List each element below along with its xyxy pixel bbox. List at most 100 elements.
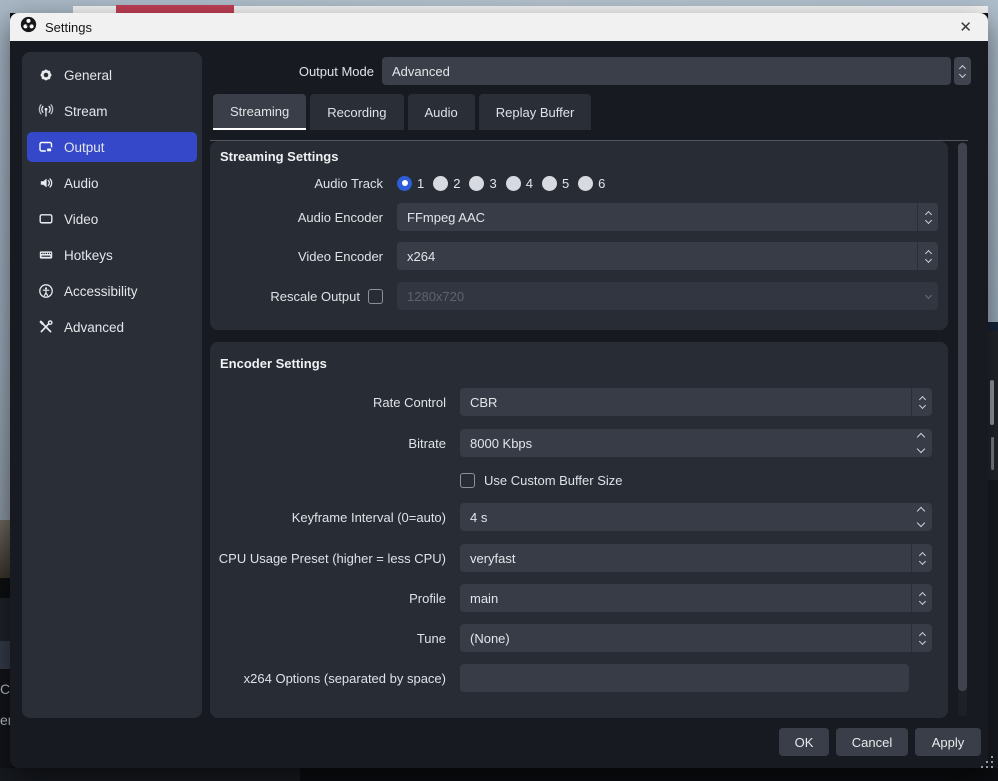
settings-window: Settings ✕ General <box>10 13 988 768</box>
audio-track-option-6[interactable]: 6 <box>578 176 605 191</box>
tab-recording[interactable]: Recording <box>310 94 403 130</box>
resize-grip-icon[interactable] <box>978 755 995 775</box>
audio-track-option-3[interactable]: 3 <box>469 176 496 191</box>
spinner-icon[interactable] <box>912 593 932 604</box>
spinner-icon[interactable] <box>954 57 971 85</box>
profile-label: Profile <box>210 591 460 606</box>
spinner-icon[interactable] <box>910 429 932 457</box>
accessibility-icon <box>37 283 54 300</box>
custom-buffer-label: Use Custom Buffer Size <box>484 473 622 488</box>
audio-track-option-4[interactable]: 4 <box>506 176 533 191</box>
apply-button[interactable]: Apply <box>915 728 981 756</box>
chevron-down-icon <box>924 255 931 262</box>
section-title: Streaming Settings <box>220 149 948 164</box>
rescale-resolution-select[interactable]: 1280x720 <box>397 282 938 310</box>
rescale-resolution-value: 1280x720 <box>397 289 918 304</box>
output-mode-value: Advanced <box>392 64 450 79</box>
sidebar-item-advanced[interactable]: Advanced <box>27 312 197 342</box>
radio-icon[interactable] <box>506 176 521 191</box>
radio-icon[interactable] <box>542 176 557 191</box>
tab-replay-buffer[interactable]: Replay Buffer <box>479 94 592 130</box>
spinner-icon[interactable] <box>912 553 932 564</box>
spinner-icon[interactable] <box>910 503 932 531</box>
audio-track-option-2[interactable]: 2 <box>433 176 460 191</box>
radio-icon[interactable] <box>578 176 593 191</box>
profile-select[interactable]: main <box>460 584 932 612</box>
radio-icon[interactable] <box>469 176 484 191</box>
background-fragment <box>0 578 10 598</box>
radio-checked-icon[interactable] <box>397 176 412 191</box>
x264-options-label: x264 Options (separated by space) <box>210 671 460 686</box>
rescale-output-label: Rescale Output <box>270 289 360 304</box>
output-tabs: Streaming Recording Audio Replay Buffer <box>213 94 591 130</box>
profile-value: main <box>460 591 911 606</box>
background-fragment <box>991 437 994 470</box>
ok-button[interactable]: OK <box>779 728 829 756</box>
tab-audio[interactable]: Audio <box>408 94 475 130</box>
scrollbar-thumb[interactable] <box>958 143 967 691</box>
output-mode-row: Output Mode Advanced <box>210 57 971 85</box>
sidebar-item-general[interactable]: General <box>27 60 197 90</box>
audio-track-option-5[interactable]: 5 <box>542 176 569 191</box>
desktop-ground-left <box>0 520 10 578</box>
close-button[interactable]: ✕ <box>953 18 978 37</box>
sidebar-item-label: Stream <box>64 104 108 119</box>
audio-encoder-label: Audio Encoder <box>210 210 397 225</box>
sidebar-item-output[interactable]: Output <box>27 132 197 162</box>
title-bar[interactable]: Settings ✕ <box>10 13 988 41</box>
chevron-down-icon <box>917 445 925 453</box>
sidebar-item-stream[interactable]: Stream <box>27 96 197 126</box>
chevron-down-icon <box>959 70 966 77</box>
spinner-icon[interactable] <box>912 397 932 408</box>
keyframe-interval-label: Keyframe Interval (0=auto) <box>210 510 460 525</box>
tab-streaming[interactable]: Streaming <box>213 94 306 130</box>
sidebar-item-hotkeys[interactable]: Hotkeys <box>27 240 197 270</box>
spinner-icon[interactable] <box>918 251 938 262</box>
tools-icon <box>37 319 54 336</box>
radio-icon[interactable] <box>433 176 448 191</box>
chevron-down-icon <box>924 292 931 299</box>
keyframe-interval-value: 4 s <box>460 510 910 525</box>
chevron-up-icon <box>917 433 925 441</box>
sidebar-item-audio[interactable]: Audio <box>27 168 197 198</box>
cpu-usage-preset-select[interactable]: veryfast <box>460 544 932 572</box>
rate-control-select[interactable]: CBR <box>460 388 932 416</box>
radio-label: 4 <box>526 176 533 191</box>
keyframe-interval-row: Keyframe Interval (0=auto) 4 s <box>210 503 948 531</box>
cpu-usage-preset-row: CPU Usage Preset (higher = less CPU) ver… <box>210 544 948 572</box>
custom-buffer-checkbox[interactable] <box>460 473 475 488</box>
dropdown-icon <box>918 294 938 298</box>
output-icon <box>37 139 54 156</box>
output-mode-select[interactable]: Advanced <box>382 57 971 85</box>
sidebar-item-video[interactable]: Video <box>27 204 197 234</box>
spinner-icon[interactable] <box>918 212 938 223</box>
radio-label: 5 <box>562 176 569 191</box>
bitrate-row: Bitrate 8000 Kbps <box>210 429 948 457</box>
cancel-button[interactable]: Cancel <box>836 728 908 756</box>
background-fragment <box>0 598 10 641</box>
radio-label: 2 <box>453 176 460 191</box>
rate-control-value: CBR <box>460 395 911 410</box>
profile-row: Profile main <box>210 584 948 612</box>
sidebar-item-label: Advanced <box>64 320 124 335</box>
x264-options-row: x264 Options (separated by space) <box>210 664 948 692</box>
spinner-icon[interactable] <box>912 633 932 644</box>
sidebar-item-accessibility[interactable]: Accessibility <box>27 276 197 306</box>
x264-options-input[interactable] <box>460 664 909 692</box>
rescale-output-label-wrap: Rescale Output <box>210 289 397 304</box>
rescale-output-checkbox[interactable] <box>368 289 383 304</box>
bitrate-spinbox[interactable]: 8000 Kbps <box>460 429 932 457</box>
keyframe-interval-spinbox[interactable]: 4 s <box>460 503 932 531</box>
chevron-down-icon <box>917 519 925 527</box>
bitrate-value: 8000 Kbps <box>460 436 910 451</box>
video-encoder-row: Video Encoder x264 <box>210 242 948 270</box>
rate-control-label: Rate Control <box>210 395 460 410</box>
audio-track-option-1[interactable]: 1 <box>397 176 424 191</box>
output-mode-label: Output Mode <box>210 64 382 79</box>
video-encoder-label: Video Encoder <box>210 249 397 264</box>
tune-select[interactable]: (None) <box>460 624 932 652</box>
settings-content: General Stream <box>10 41 988 768</box>
speaker-icon <box>37 175 54 192</box>
audio-encoder-select[interactable]: FFmpeg AAC <box>397 203 938 231</box>
video-encoder-select[interactable]: x264 <box>397 242 938 270</box>
